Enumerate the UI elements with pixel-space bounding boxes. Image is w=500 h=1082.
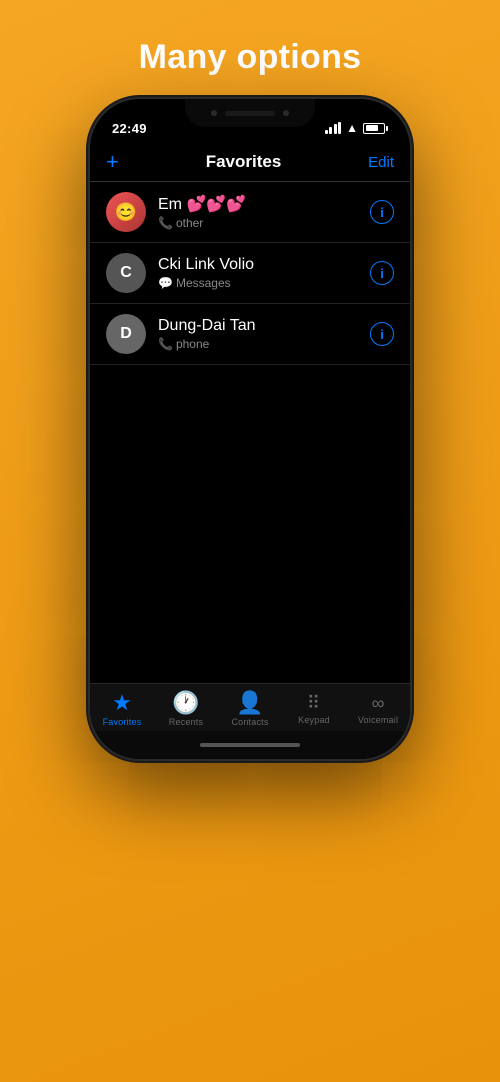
- home-indicator: [90, 731, 410, 759]
- tab-keypad-label: Keypad: [298, 715, 330, 725]
- contact-item-em[interactable]: 😊 Em 💕💕💕 📞 other i: [90, 182, 410, 243]
- contact-sublabel-em: other: [176, 216, 203, 230]
- screen-title: Favorites: [206, 152, 282, 172]
- tab-keypad[interactable]: ⠿ Keypad: [288, 694, 340, 725]
- notch-sensor: [283, 110, 289, 116]
- tab-favorites[interactable]: ★ Favorites: [96, 692, 148, 727]
- avatar-em: 😊: [106, 192, 146, 232]
- phone-icon: 📞: [158, 216, 173, 230]
- page-headline: Many options: [139, 38, 362, 77]
- edit-button[interactable]: Edit: [368, 154, 394, 171]
- contacts-list: 😊 Em 💕💕💕 📞 other i C Cki Link Volio: [90, 182, 410, 683]
- tab-favorites-label: Favorites: [103, 717, 142, 727]
- tab-recents[interactable]: 🕐 Recents: [160, 692, 212, 727]
- phone-frame: 22:49 ▲ + Favorites: [90, 99, 410, 759]
- contact-item-cki[interactable]: C Cki Link Volio 💬 Messages i: [90, 243, 410, 304]
- status-icons: ▲: [325, 121, 388, 135]
- battery-icon: [363, 123, 388, 134]
- contact-sub-dung: 📞 phone: [158, 337, 370, 351]
- contact-name-dung: Dung-Dai Tan: [158, 317, 370, 335]
- contact-name-em: Em 💕💕💕: [158, 194, 370, 214]
- signal-icon: [325, 122, 342, 134]
- contact-info-em: Em 💕💕💕 📞 other: [158, 194, 370, 230]
- tab-recents-label: Recents: [169, 717, 203, 727]
- add-favorite-button[interactable]: +: [106, 151, 119, 173]
- contact-sublabel-cki: Messages: [176, 276, 231, 290]
- contact-name-cki: Cki Link Volio: [158, 256, 370, 274]
- message-icon: 💬: [158, 276, 173, 290]
- avatar-em-image: 😊: [106, 192, 146, 232]
- favorites-icon: ★: [112, 692, 132, 714]
- recents-icon: 🕐: [172, 692, 199, 714]
- avatar-cki: C: [106, 253, 146, 293]
- notch-camera: [211, 110, 217, 116]
- info-button-dung[interactable]: i: [370, 322, 394, 346]
- screen: 22:49 ▲ + Favorites: [90, 99, 410, 759]
- contact-sub-em: 📞 other: [158, 216, 370, 230]
- nav-header: + Favorites Edit: [90, 143, 410, 181]
- wifi-icon: ▲: [346, 121, 358, 135]
- tab-voicemail-label: Voicemail: [358, 715, 398, 725]
- home-bar: [200, 743, 300, 747]
- info-button-cki[interactable]: i: [370, 261, 394, 285]
- avatar-dung: D: [106, 314, 146, 354]
- contacts-icon: 👤: [236, 692, 263, 714]
- tab-contacts[interactable]: 👤 Contacts: [224, 692, 276, 727]
- contact-info-dung: Dung-Dai Tan 📞 phone: [158, 317, 370, 351]
- tab-bar: ★ Favorites 🕐 Recents 👤 Contacts ⠿ Keypa…: [90, 683, 410, 731]
- keypad-icon: ⠿: [307, 694, 321, 712]
- phone-icon-dung: 📞: [158, 337, 173, 351]
- status-time: 22:49: [112, 121, 147, 136]
- contact-info-cki: Cki Link Volio 💬 Messages: [158, 256, 370, 290]
- notch-speaker: [225, 111, 275, 116]
- contact-sub-cki: 💬 Messages: [158, 276, 370, 290]
- notch: [185, 99, 315, 127]
- tab-voicemail[interactable]: ∞ Voicemail: [352, 694, 404, 725]
- voicemail-icon: ∞: [372, 694, 385, 712]
- contact-item-dung[interactable]: D Dung-Dai Tan 📞 phone i: [90, 304, 410, 365]
- contact-sublabel-dung: phone: [176, 337, 209, 351]
- info-button-em[interactable]: i: [370, 200, 394, 224]
- tab-contacts-label: Contacts: [231, 717, 268, 727]
